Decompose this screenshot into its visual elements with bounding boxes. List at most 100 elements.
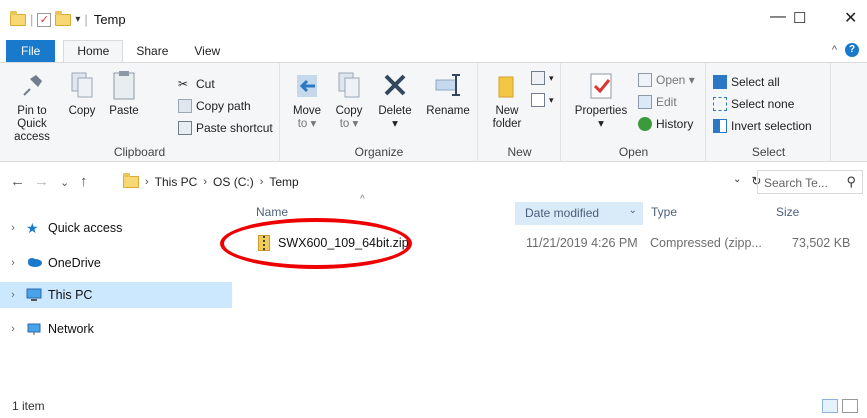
sort-ascending-icon: ^ bbox=[360, 194, 365, 205]
easy-access-icon bbox=[531, 93, 545, 107]
status-item-count: 1 item bbox=[12, 399, 45, 413]
properties-icon[interactable]: ✓ bbox=[37, 12, 52, 27]
paste-button[interactable]: Paste bbox=[102, 69, 146, 118]
cut-button[interactable]: ✂ Cut bbox=[178, 77, 215, 91]
breadcrumb-this-pc[interactable]: This PC bbox=[155, 175, 198, 189]
history-button[interactable]: History bbox=[638, 117, 693, 131]
edit-icon bbox=[638, 95, 652, 109]
copy-path-button[interactable]: Copy path bbox=[178, 99, 251, 113]
address-bar[interactable]: › This PC › OS (C:) › Temp bbox=[123, 170, 753, 194]
expand-chevron-icon[interactable]: › bbox=[0, 323, 26, 335]
open-icon bbox=[638, 73, 652, 87]
customize-toolbar-dropdown-icon[interactable]: ▾ bbox=[75, 14, 80, 25]
separator: | bbox=[84, 12, 88, 27]
move-to-icon bbox=[291, 69, 323, 101]
large-icons-view-icon[interactable] bbox=[842, 399, 858, 413]
select-none-button[interactable]: Select none bbox=[713, 97, 794, 111]
column-header-type[interactable]: Type bbox=[651, 205, 677, 227]
copy-to-icon bbox=[333, 69, 365, 101]
sidebar-item-network[interactable]: › Network bbox=[0, 316, 232, 342]
column-dropdown-icon[interactable]: ⌄ bbox=[629, 205, 637, 216]
navigation-pane: › ★ Quick access › OneDrive › This PC › … bbox=[0, 205, 232, 395]
breadcrumb-os-c[interactable]: OS (C:) bbox=[213, 175, 254, 189]
new-group-label: New bbox=[507, 145, 532, 159]
rename-button[interactable]: Rename bbox=[423, 69, 473, 118]
search-input[interactable]: Search Te... ⚲ bbox=[757, 170, 863, 194]
select-all-button[interactable]: Select all bbox=[713, 75, 780, 89]
select-group-label: Select bbox=[751, 145, 786, 159]
address-history-dropdown-icon[interactable]: ⌄ bbox=[733, 174, 741, 188]
paste-shortcut-icon bbox=[178, 121, 192, 135]
clipboard-group-label: Clipboard bbox=[113, 145, 166, 159]
edit-button[interactable]: Edit bbox=[638, 95, 677, 109]
history-icon bbox=[638, 117, 652, 131]
select-all-icon bbox=[713, 75, 727, 89]
delete-button[interactable]: Delete ▾ bbox=[373, 69, 417, 131]
quick-access-toolbar: | ✓ ▾ | Temp bbox=[10, 10, 126, 27]
invert-selection-button[interactable]: Invert selection bbox=[713, 119, 812, 133]
expand-chevron-icon[interactable]: › bbox=[0, 222, 26, 234]
column-header-date-modified[interactable]: Date modified ⌄ bbox=[515, 202, 643, 225]
minimize-button[interactable]: — bbox=[770, 8, 786, 26]
ribbon-tabs: File Home Share View ^ ? bbox=[0, 38, 867, 62]
paste-shortcut-button[interactable]: Paste shortcut bbox=[178, 121, 273, 135]
expand-chevron-icon[interactable]: › bbox=[0, 289, 26, 301]
tab-home[interactable]: Home bbox=[63, 40, 124, 62]
view-buttons bbox=[822, 399, 858, 413]
new-group: New folder ▾ ▾ New bbox=[479, 63, 561, 162]
new-item-icon bbox=[531, 71, 545, 85]
column-header-size[interactable]: Size bbox=[776, 205, 799, 227]
tab-share[interactable]: Share bbox=[123, 41, 181, 62]
window-title: Temp bbox=[93, 12, 126, 27]
close-button[interactable]: ✕ bbox=[844, 8, 857, 28]
invert-selection-icon bbox=[713, 119, 727, 133]
collapse-ribbon-icon[interactable]: ^ bbox=[832, 44, 837, 56]
properties-button[interactable]: Properties ▾ bbox=[572, 69, 630, 131]
folder-icon bbox=[123, 173, 139, 188]
clipboard-group: Pin to Quick access Copy Paste ✂ Cut Cop… bbox=[0, 63, 280, 162]
breadcrumb-temp[interactable]: Temp bbox=[269, 175, 298, 189]
address-row: ← → ⌄ ↑ › This PC › OS (C:) › Temp ⌄ ↻ S… bbox=[0, 168, 867, 196]
easy-access-button[interactable]: ▾ bbox=[531, 93, 554, 107]
organize-group: Move to ▾ Copy to ▾ Delete ▾ Rename Orga… bbox=[281, 63, 478, 162]
copy-button[interactable]: Copy bbox=[64, 69, 100, 118]
open-group-label: Open bbox=[618, 145, 649, 159]
up-arrow-icon[interactable]: ↑ bbox=[80, 173, 88, 190]
new-folder-icon[interactable] bbox=[55, 10, 72, 26]
sidebar-item-quick-access[interactable]: › ★ Quick access bbox=[0, 215, 232, 241]
help-icon[interactable]: ? bbox=[845, 43, 859, 57]
tab-view[interactable]: View bbox=[181, 41, 233, 62]
copy-path-icon bbox=[178, 99, 192, 113]
sidebar-item-this-pc[interactable]: › This PC bbox=[0, 282, 232, 308]
new-folder-icon bbox=[491, 69, 523, 101]
organize-group-label: Organize bbox=[354, 145, 404, 159]
separator: | bbox=[30, 12, 34, 27]
expand-chevron-icon[interactable]: › bbox=[0, 257, 26, 269]
new-item-button[interactable]: ▾ bbox=[531, 71, 554, 85]
select-group: Select all Select none Invert selection … bbox=[707, 63, 831, 162]
delete-x-icon bbox=[379, 69, 411, 101]
move-to-button[interactable]: Move to ▾ bbox=[289, 69, 325, 131]
rename-icon bbox=[432, 69, 464, 101]
network-icon bbox=[26, 322, 42, 336]
copy-to-button[interactable]: Copy to ▾ bbox=[331, 69, 367, 131]
scissors-icon: ✂ bbox=[178, 77, 189, 91]
back-arrow-icon[interactable]: ← bbox=[10, 173, 25, 190]
sidebar-item-onedrive[interactable]: › OneDrive bbox=[0, 250, 232, 276]
copy-icon bbox=[66, 69, 98, 101]
forward-arrow-icon[interactable]: → bbox=[34, 173, 49, 190]
open-button[interactable]: Open ▾ bbox=[638, 73, 695, 87]
pin-to-quick-access-button[interactable]: Pin to Quick access bbox=[6, 69, 58, 144]
highlight-circle bbox=[220, 218, 412, 269]
maximize-button[interactable]: ☐ bbox=[793, 9, 806, 27]
new-folder-button[interactable]: New folder bbox=[487, 69, 527, 131]
file-type: Compressed (zipp... bbox=[650, 236, 762, 250]
file-date-modified: 11/21/2019 4:26 PM bbox=[526, 236, 638, 250]
paste-icon bbox=[108, 69, 140, 101]
tab-file[interactable]: File bbox=[6, 40, 56, 62]
search-icon: ⚲ bbox=[846, 174, 856, 189]
title-bar: | ✓ ▾ | Temp — ☐ ✕ bbox=[0, 0, 867, 38]
recent-locations-chevron-icon[interactable]: ⌄ bbox=[60, 176, 69, 189]
details-view-icon[interactable] bbox=[822, 399, 838, 413]
open-group: Properties ▾ Open ▾ Edit History Open bbox=[562, 63, 706, 162]
